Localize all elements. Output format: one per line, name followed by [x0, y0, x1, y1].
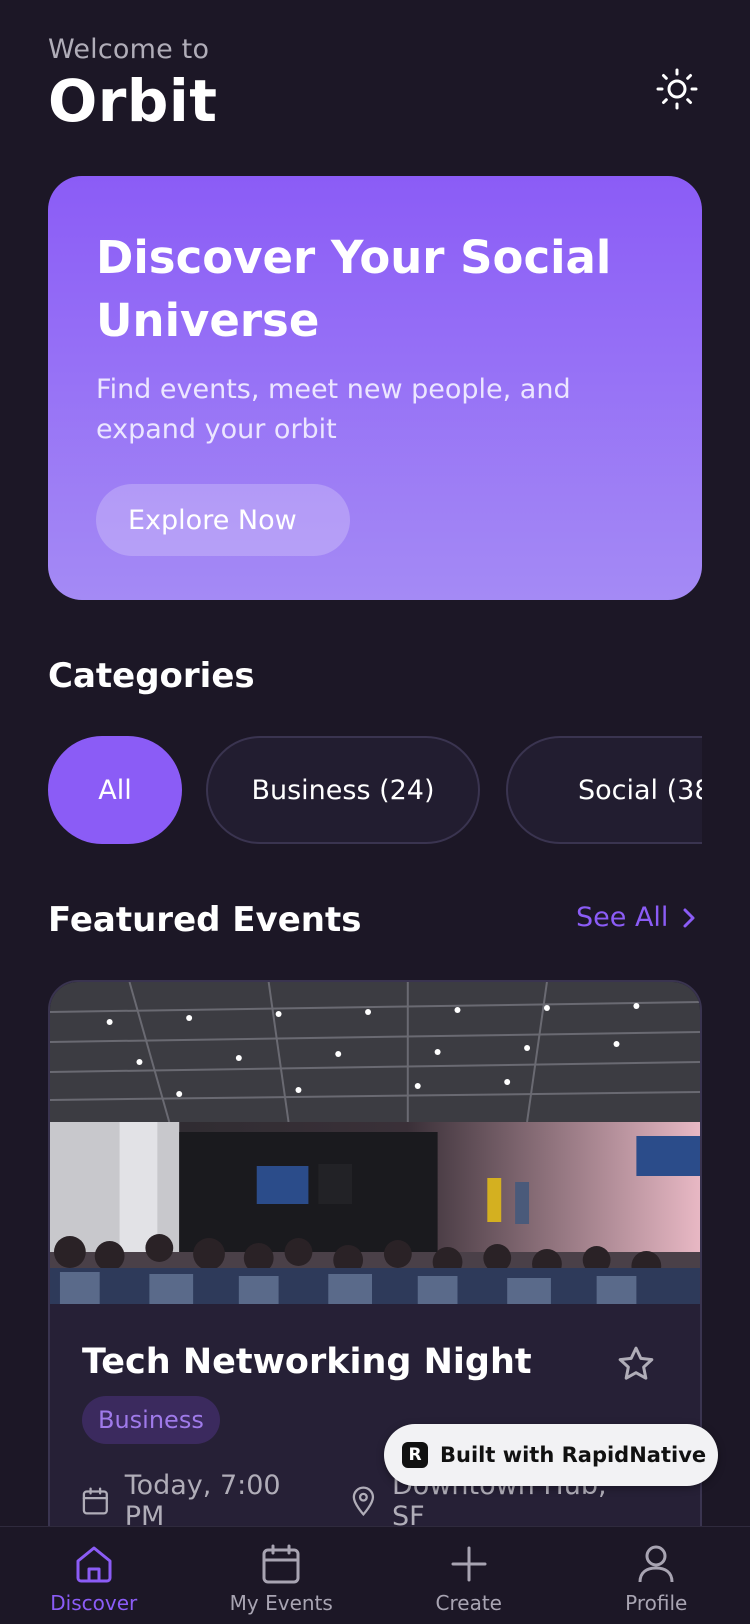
built-with-badge[interactable]: R Built with RapidNative	[384, 1424, 718, 1486]
hero-card: Discover Your Social Universe Find event…	[48, 176, 702, 600]
event-date-text: Today, 7:00 PM	[124, 1470, 281, 1532]
event-category-tag: Business	[82, 1396, 220, 1444]
home-icon	[76, 1546, 112, 1583]
header: Welcome to Orbit	[48, 34, 218, 135]
category-chip-social[interactable]: Social (38	[506, 736, 702, 844]
calendar-icon	[82, 1487, 108, 1515]
tab-my-events-label: My Events	[229, 1591, 333, 1615]
tab-create-label: Create	[435, 1591, 502, 1615]
explore-now-button[interactable]: Explore Now	[96, 484, 350, 556]
location-pin-icon	[352, 1486, 375, 1517]
category-chip-all[interactable]: All	[48, 736, 182, 844]
built-with-label: Built with RapidNative	[440, 1443, 707, 1467]
tab-discover-label: Discover	[50, 1591, 138, 1615]
chevron-right-icon	[683, 908, 695, 927]
see-all-link[interactable]: See All	[576, 902, 696, 933]
see-all-label: See All	[576, 902, 669, 933]
star-icon	[618, 1346, 654, 1380]
hero-title: Discover Your Social Universe	[96, 231, 612, 347]
event-title: Tech Networking Night	[82, 1342, 532, 1382]
theme-toggle-button[interactable]	[652, 64, 702, 114]
sun-icon	[656, 68, 698, 110]
event-image	[50, 982, 700, 1304]
tab-profile-label: Profile	[625, 1591, 688, 1615]
welcome-text: Welcome to	[48, 34, 210, 65]
event-date: Today, 7:00 PM	[82, 1470, 319, 1532]
bottom-tab-bar: Discover My Events Create Profile	[0, 1526, 750, 1624]
tab-my-events[interactable]: My Events	[188, 1527, 376, 1624]
tab-create[interactable]: Create	[375, 1527, 563, 1624]
featured-events-title: Featured Events	[48, 900, 362, 940]
category-chip-business[interactable]: Business (24)	[206, 736, 480, 844]
categories-title: Categories	[48, 656, 255, 696]
plus-icon	[451, 1546, 487, 1582]
tab-profile[interactable]: Profile	[563, 1527, 750, 1624]
calendar-icon	[262, 1544, 300, 1584]
favorite-button[interactable]	[616, 1344, 656, 1388]
app-title: Orbit	[48, 67, 218, 135]
rapidnative-logo-icon: R	[402, 1442, 428, 1468]
user-icon	[638, 1545, 674, 1583]
hero-subtitle: Find events, meet new people, and expand…	[96, 374, 571, 445]
category-chips: All Business (24) Social (38	[48, 736, 702, 844]
tab-discover[interactable]: Discover	[0, 1527, 188, 1624]
